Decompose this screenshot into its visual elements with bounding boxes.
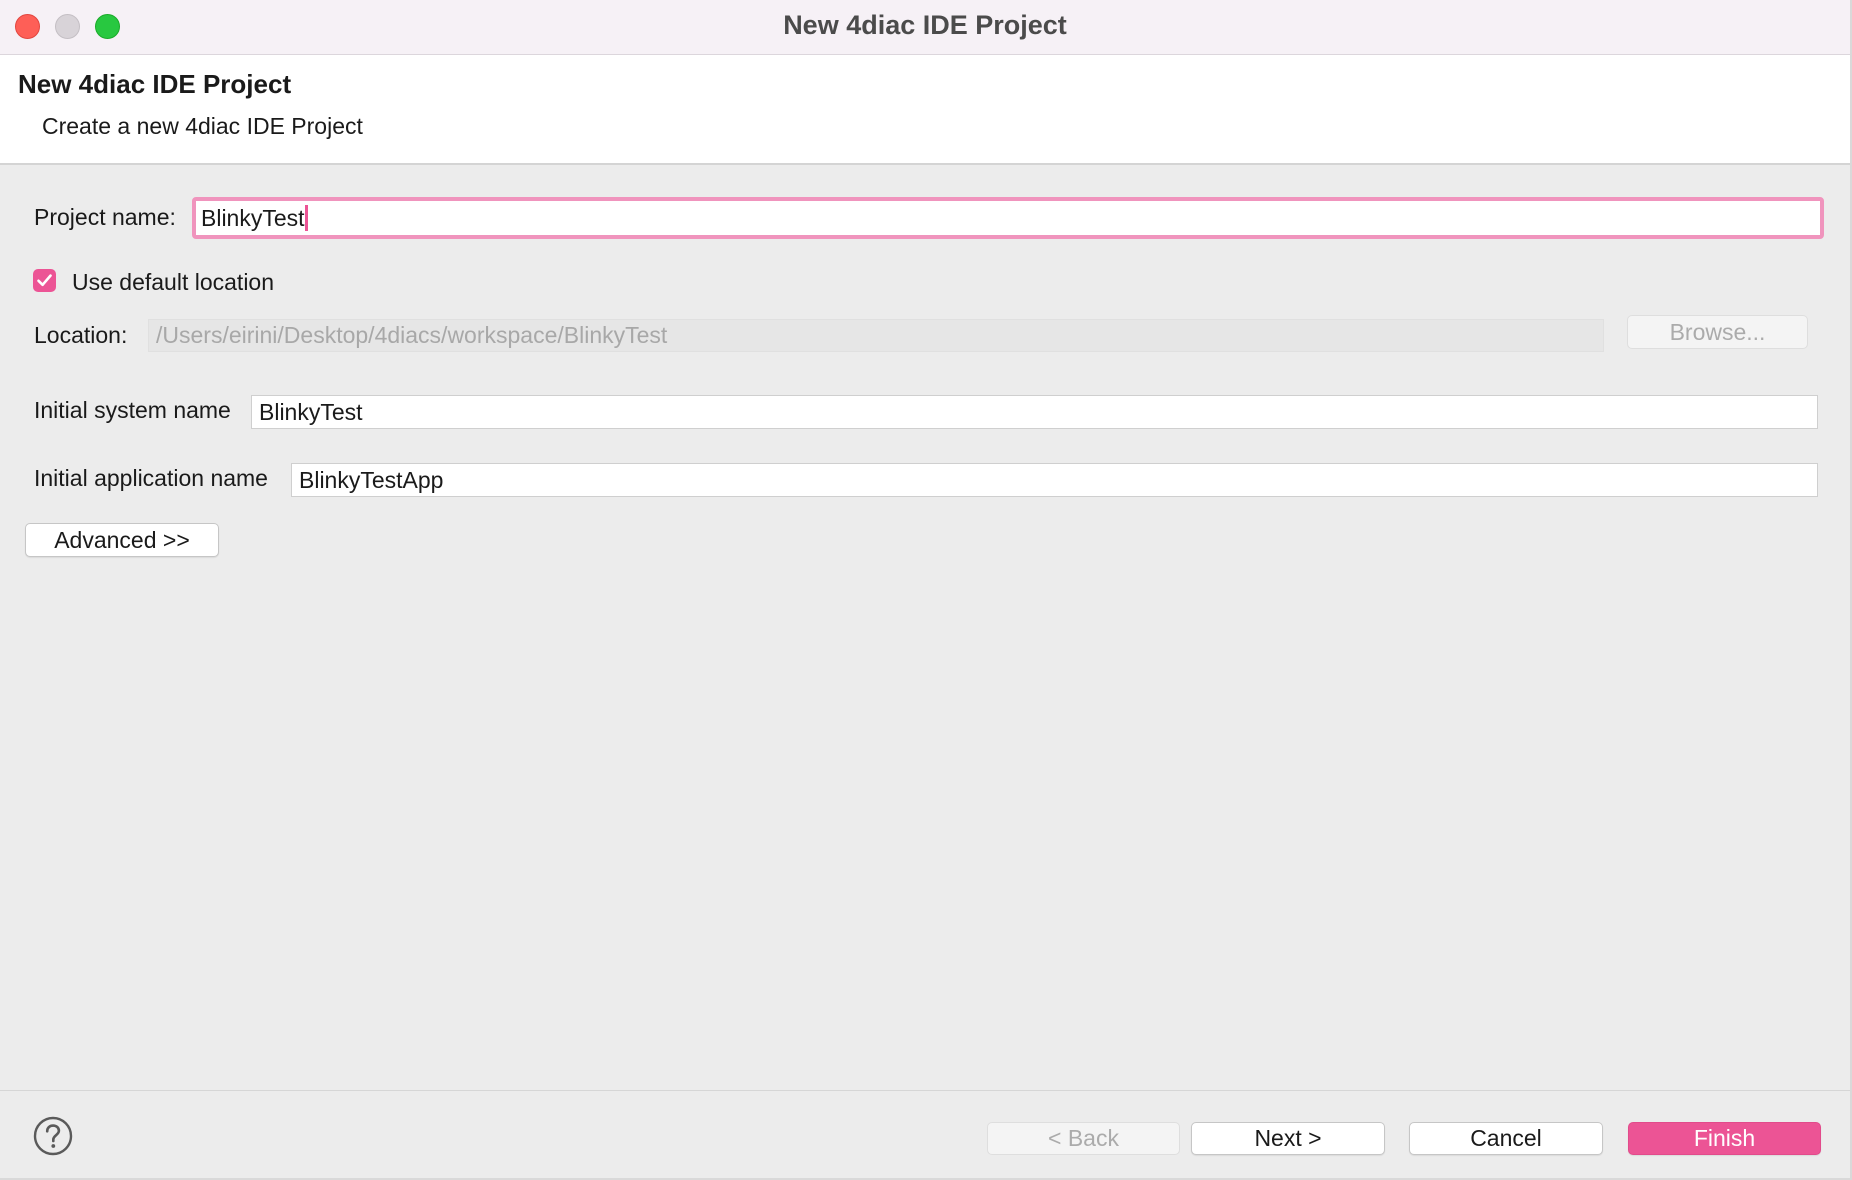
back-button: < Back: [987, 1122, 1180, 1155]
text-caret: [305, 205, 308, 231]
application-name-input[interactable]: [291, 463, 1818, 497]
footer-divider: [0, 1090, 1850, 1091]
next-button[interactable]: Next >: [1191, 1122, 1385, 1155]
wizard-banner: New 4diac IDE Project Create a new 4diac…: [0, 55, 1850, 165]
location-input: [148, 319, 1604, 352]
use-default-location-label[interactable]: Use default location: [72, 269, 274, 296]
checkmark-icon: [37, 274, 52, 287]
new-project-dialog: New 4diac IDE Project New 4diac IDE Proj…: [0, 0, 1852, 1180]
system-name-input[interactable]: [251, 395, 1818, 429]
location-label: Location:: [34, 322, 128, 348]
question-circle-icon[interactable]: [33, 1116, 73, 1156]
cancel-button[interactable]: Cancel: [1409, 1122, 1603, 1155]
wizard-page-title: New 4diac IDE Project: [18, 69, 292, 99]
browse-button: Browse...: [1627, 315, 1808, 349]
title-bar: New 4diac IDE Project: [0, 0, 1850, 55]
project-name-label: Project name:: [34, 204, 176, 230]
wizard-page-description: Create a new 4diac IDE Project: [42, 113, 363, 139]
finish-button[interactable]: Finish: [1628, 1122, 1821, 1155]
advanced-button[interactable]: Advanced >>: [25, 523, 219, 557]
application-name-label: Initial application name: [34, 465, 268, 491]
window-title: New 4diac IDE Project: [783, 10, 1067, 40]
use-default-location-checkbox[interactable]: [33, 269, 56, 292]
project-name-input[interactable]: [192, 197, 1824, 239]
system-name-label: Initial system name: [34, 397, 231, 423]
